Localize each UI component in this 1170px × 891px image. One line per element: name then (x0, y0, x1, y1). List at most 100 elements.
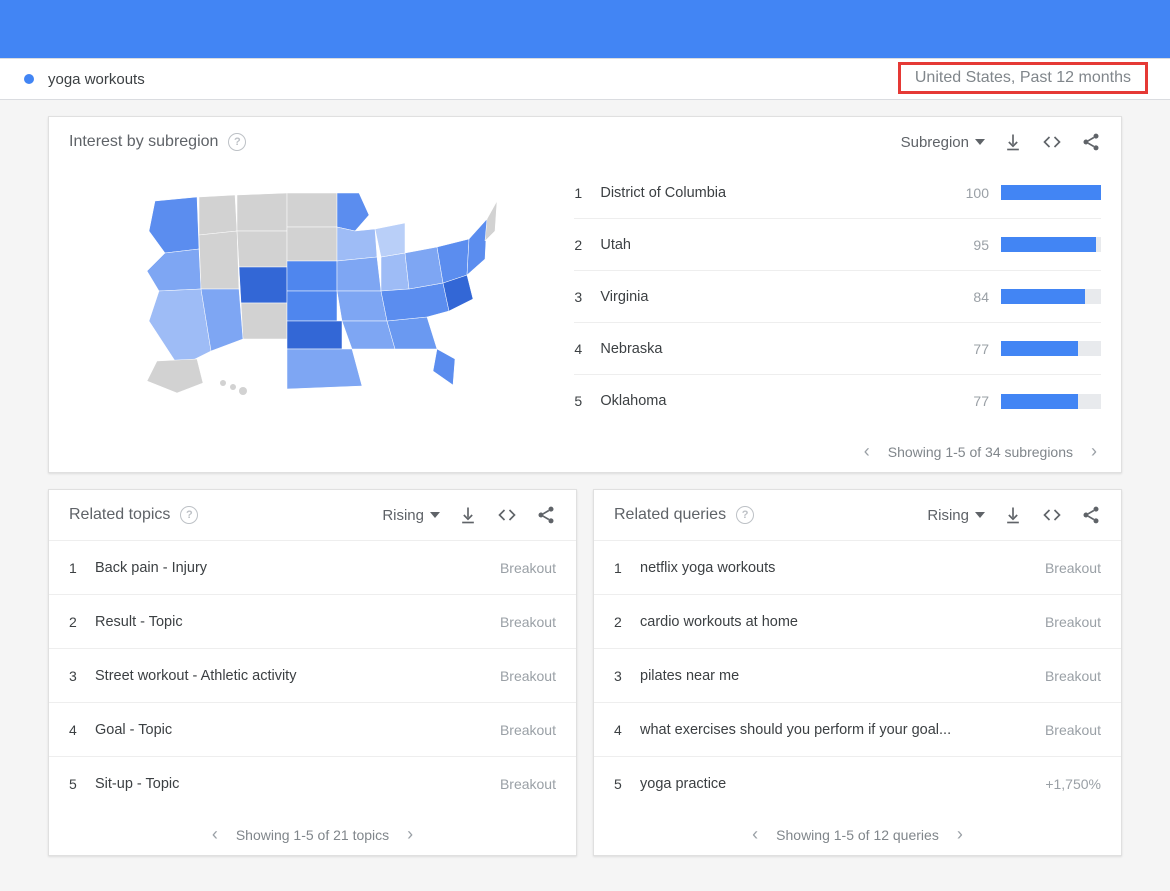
rank: 4 (574, 341, 600, 357)
subregion-row[interactable]: 3 Virginia 84 (574, 271, 1101, 323)
rank: 1 (574, 185, 600, 201)
topic-row[interactable]: 1Back pain - InjuryBreakout (49, 540, 576, 594)
chevron-down-icon (975, 512, 985, 518)
rank: 5 (69, 776, 95, 792)
card-title: Interest by subregion (69, 133, 218, 151)
related-topics-card: Related topics ? Rising (48, 489, 577, 856)
region-name: District of Columbia (600, 185, 949, 201)
query-name: pilates near me (640, 668, 1045, 684)
region-value: 77 (949, 393, 989, 409)
query-row[interactable]: 2cardio workouts at homeBreakout (594, 594, 1121, 648)
region-name: Nebraska (600, 341, 949, 357)
topics-pager: ‹ Showing 1-5 of 21 topics › (49, 810, 576, 855)
rank: 3 (574, 289, 600, 305)
rank: 3 (614, 668, 640, 684)
card-title: Related queries (614, 506, 726, 524)
subregion-row[interactable]: 2 Utah 95 (574, 219, 1101, 271)
embed-icon[interactable] (1041, 132, 1063, 152)
top-header-bar (0, 0, 1170, 58)
pager-prev-icon[interactable]: ‹ (864, 441, 870, 462)
query-name: yoga practice (640, 776, 1045, 792)
region-value: 84 (949, 289, 989, 305)
pager-text: Showing 1-5 of 21 topics (236, 827, 389, 843)
embed-icon[interactable] (496, 505, 518, 525)
help-icon[interactable]: ? (228, 133, 246, 151)
query-name: netflix yoga workouts (640, 560, 1045, 576)
subregion-row[interactable]: 4 Nebraska 77 (574, 323, 1101, 375)
subregion-list: 1 District of Columbia 100 2 Utah 95 3 V… (564, 167, 1101, 427)
region-value: 77 (949, 341, 989, 357)
query-metric: Breakout (1045, 722, 1101, 738)
subregion-dropdown[interactable]: Subregion (901, 134, 985, 151)
pager-prev-icon[interactable]: ‹ (212, 824, 218, 845)
pager-next-icon[interactable]: › (1091, 441, 1097, 462)
card-title: Related topics (69, 506, 170, 524)
topic-name: Goal - Topic (95, 722, 500, 738)
query-row[interactable]: 5yoga practice+1,750% (594, 756, 1121, 810)
rank: 2 (574, 237, 600, 253)
query-metric: Breakout (1045, 668, 1101, 684)
pager-text: Showing 1-5 of 34 subregions (888, 444, 1073, 460)
filters-summary[interactable]: United States, Past 12 months (898, 62, 1148, 94)
help-icon[interactable]: ? (180, 506, 198, 524)
subregion-pager: ‹ Showing 1-5 of 34 subregions › (49, 427, 1121, 472)
queries-sort-dropdown[interactable]: Rising (927, 507, 985, 524)
query-row[interactable]: 1netflix yoga workoutsBreakout (594, 540, 1121, 594)
value-bar (1001, 289, 1101, 304)
topic-metric: Breakout (500, 614, 556, 630)
share-icon[interactable] (1081, 505, 1101, 525)
rank: 4 (614, 722, 640, 738)
query-name: cardio workouts at home (640, 614, 1045, 630)
rank: 2 (69, 614, 95, 630)
query-metric: Breakout (1045, 614, 1101, 630)
rank: 1 (614, 560, 640, 576)
subregion-row[interactable]: 5 Oklahoma 77 (574, 375, 1101, 427)
rank: 4 (69, 722, 95, 738)
help-icon[interactable]: ? (736, 506, 754, 524)
region-name: Oklahoma (600, 393, 949, 409)
topics-sort-label: Rising (382, 507, 424, 524)
download-icon[interactable] (1003, 505, 1023, 525)
topic-name: Back pain - Injury (95, 560, 500, 576)
interest-by-subregion-card: Interest by subregion ? Subregion (48, 116, 1122, 473)
region-name: Utah (600, 237, 949, 253)
search-term[interactable]: yoga workouts (48, 71, 145, 88)
share-icon[interactable] (536, 505, 556, 525)
topic-row[interactable]: 2Result - TopicBreakout (49, 594, 576, 648)
region-name: Virginia (600, 289, 949, 305)
topic-metric: Breakout (500, 722, 556, 738)
series-color-dot (24, 74, 34, 84)
pager-prev-icon[interactable]: ‹ (752, 824, 758, 845)
topic-metric: Breakout (500, 560, 556, 576)
topic-name: Result - Topic (95, 614, 500, 630)
region-value: 100 (949, 185, 989, 201)
embed-icon[interactable] (1041, 505, 1063, 525)
term-bar: yoga workouts United States, Past 12 mon… (0, 58, 1170, 100)
pager-next-icon[interactable]: › (957, 824, 963, 845)
value-bar (1001, 237, 1101, 252)
chevron-down-icon (430, 512, 440, 518)
pager-next-icon[interactable]: › (407, 824, 413, 845)
topic-row[interactable]: 3Street workout - Athletic activityBreak… (49, 648, 576, 702)
queries-sort-label: Rising (927, 507, 969, 524)
query-row[interactable]: 4what exercises should you perform if yo… (594, 702, 1121, 756)
pager-text: Showing 1-5 of 12 queries (776, 827, 939, 843)
rank: 5 (614, 776, 640, 792)
query-row[interactable]: 3pilates near meBreakout (594, 648, 1121, 702)
topic-name: Sit-up - Topic (95, 776, 500, 792)
subregion-row[interactable]: 1 District of Columbia 100 (574, 167, 1101, 219)
download-icon[interactable] (1003, 132, 1023, 152)
value-bar (1001, 185, 1101, 200)
download-icon[interactable] (458, 505, 478, 525)
us-map[interactable] (69, 167, 564, 427)
topic-row[interactable]: 5Sit-up - TopicBreakout (49, 756, 576, 810)
topic-row[interactable]: 4Goal - TopicBreakout (49, 702, 576, 756)
value-bar (1001, 341, 1101, 356)
related-queries-card: Related queries ? Rising (593, 489, 1122, 856)
topic-metric: Breakout (500, 776, 556, 792)
subregion-dropdown-label: Subregion (901, 134, 969, 151)
rank: 3 (69, 668, 95, 684)
topics-sort-dropdown[interactable]: Rising (382, 507, 440, 524)
share-icon[interactable] (1081, 132, 1101, 152)
queries-pager: ‹ Showing 1-5 of 12 queries › (594, 810, 1121, 855)
